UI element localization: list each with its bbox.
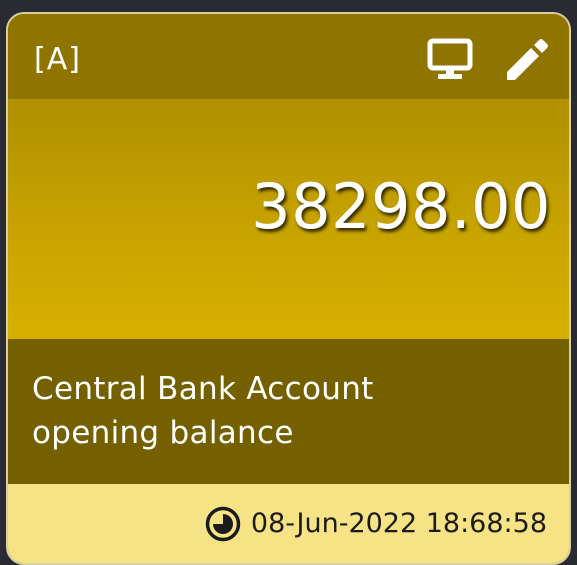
card-header: [A] xyxy=(8,14,569,99)
clock-icon xyxy=(205,506,241,542)
description-line-1: Central Bank Account xyxy=(32,371,374,407)
monitor-icon xyxy=(427,38,473,79)
account-description: Central Bank Account opening balance xyxy=(32,367,374,455)
timestamp-text: 08-Jun-2022 18:68:58 xyxy=(250,508,547,539)
edit-button[interactable] xyxy=(501,34,551,84)
description-panel: Central Bank Account opening balance xyxy=(8,339,569,484)
pencil-icon xyxy=(507,39,548,80)
balance-card: [A] 38298.00 Central Bank Account openin… xyxy=(6,12,571,565)
description-line-2: opening balance xyxy=(32,415,294,451)
amount-panel: 38298.00 xyxy=(8,99,569,339)
card-tag: [A] xyxy=(34,42,81,77)
display-button[interactable] xyxy=(425,34,475,84)
card-footer: 08-Jun-2022 18:68:58 xyxy=(8,484,569,563)
timestamp-row: 08-Jun-2022 18:68:58 xyxy=(205,506,547,542)
card-actions xyxy=(425,34,551,84)
balance-amount: 38298.00 xyxy=(251,170,551,243)
